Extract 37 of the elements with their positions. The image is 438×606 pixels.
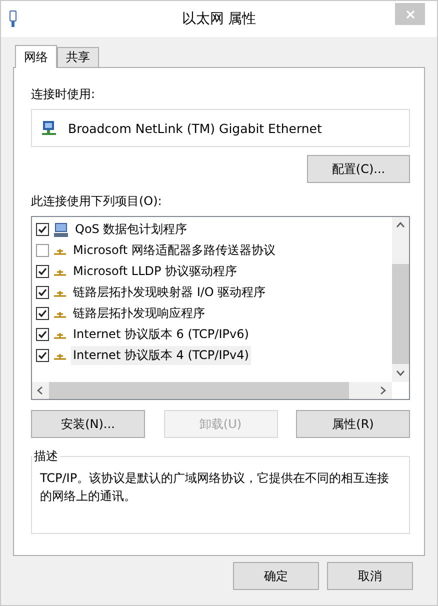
scroll-up-icon[interactable] bbox=[396, 221, 405, 230]
list-item[interactable]: Internet 协议版本 4 (TCP/IPv4) bbox=[71, 346, 251, 365]
adapter-name: Broadcom NetLink (TM) Gigabit Ethernet bbox=[68, 120, 322, 136]
checkbox[interactable] bbox=[36, 307, 49, 320]
scroll-down-icon[interactable] bbox=[396, 369, 405, 378]
checkbox[interactable] bbox=[36, 328, 49, 341]
list-item[interactable]: QoS 数据包计划程序 bbox=[73, 220, 190, 239]
tab[interactable]: 共享 bbox=[57, 47, 99, 67]
item-button[interactable]: 属性(R) bbox=[296, 410, 410, 438]
checkbox[interactable] bbox=[36, 244, 49, 257]
list-item[interactable]: Microsoft 网络适配器多路传送器协议 bbox=[71, 241, 278, 260]
horizontal-scrollbar[interactable] bbox=[32, 382, 392, 399]
description-title: 描述 bbox=[33, 448, 59, 465]
dialog-button[interactable]: 取消 bbox=[327, 562, 413, 590]
list-item[interactable]: Microsoft LLDP 协议驱动程序 bbox=[71, 262, 240, 281]
description-text: TCP/IP。该协议是默认的广域网络协议，它提供在不同的相互连接的网络上的通讯。 bbox=[40, 470, 390, 505]
dialog-button[interactable]: 确定 bbox=[233, 562, 319, 590]
scroll-left-icon[interactable] bbox=[36, 386, 45, 395]
checkbox[interactable] bbox=[36, 223, 49, 236]
tab[interactable]: 网络 bbox=[15, 45, 57, 68]
computer-icon bbox=[53, 222, 69, 238]
checkbox[interactable] bbox=[36, 265, 49, 278]
list-item[interactable]: Internet 协议版本 6 (TCP/IPv6) bbox=[71, 325, 251, 344]
checkbox[interactable] bbox=[36, 349, 49, 362]
items-label: 此连接使用下列项目(O): bbox=[31, 193, 163, 210]
item-button[interactable]: 安装(N)... bbox=[31, 410, 145, 438]
connect-using-label: 连接时使用: bbox=[31, 86, 96, 103]
list-item[interactable]: 链路层拓扑发现响应程序 bbox=[71, 304, 207, 323]
window-title: 以太网 属性 bbox=[182, 10, 256, 28]
scroll-right-icon[interactable] bbox=[379, 386, 388, 395]
network-adapter-icon bbox=[40, 119, 58, 137]
configure-button[interactable]: 配置(C)... bbox=[307, 155, 410, 183]
vertical-scrollbar[interactable] bbox=[392, 217, 409, 382]
network-cable-icon bbox=[9, 10, 17, 28]
checkbox[interactable] bbox=[36, 286, 49, 299]
list-item[interactable]: 链路层拓扑发现映射器 I/O 驱动程序 bbox=[71, 283, 268, 302]
close-icon bbox=[406, 10, 414, 18]
